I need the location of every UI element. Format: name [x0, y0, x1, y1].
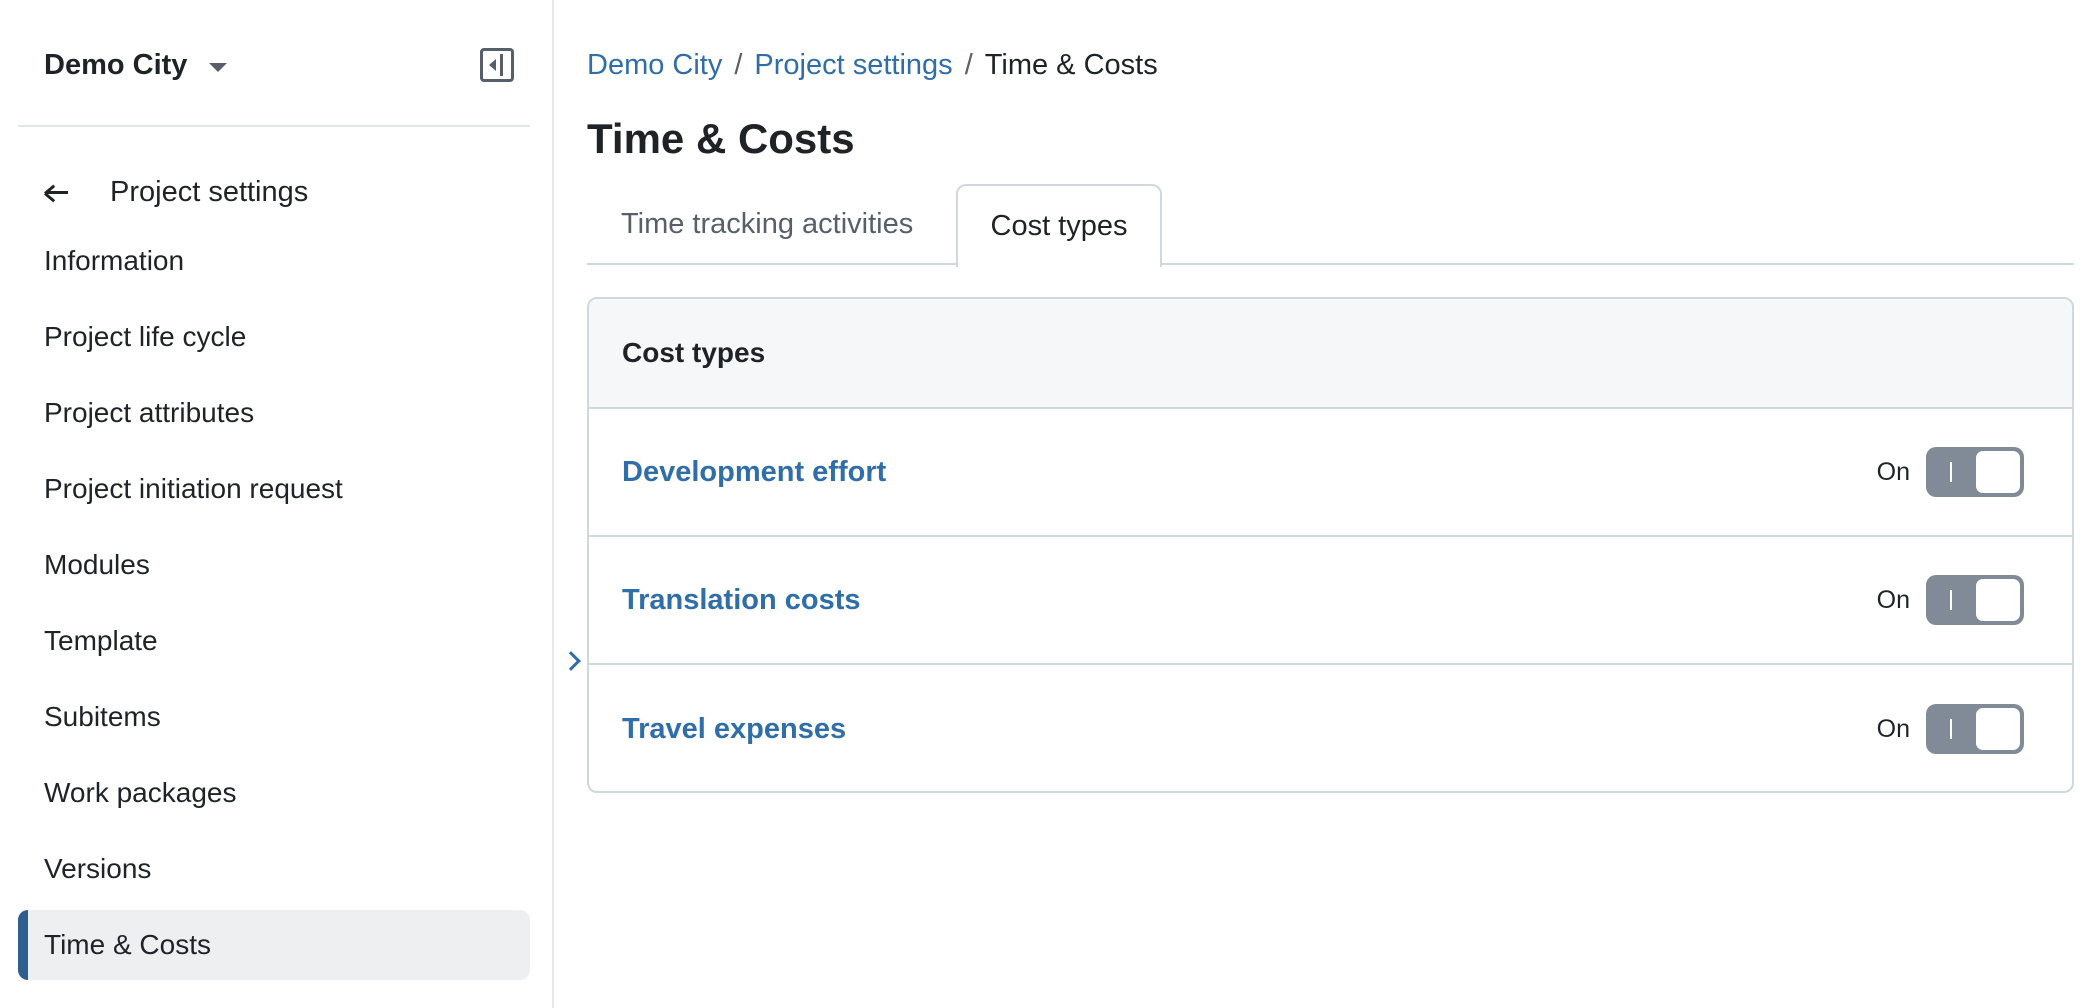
- toggle-status-label: On: [1876, 457, 1910, 486]
- cost-type-link[interactable]: Development effort: [622, 456, 886, 489]
- sidebar-item-time-and-costs[interactable]: Time & Costs: [18, 910, 530, 980]
- toggle-status-label: On: [1876, 585, 1910, 614]
- back-to-project-settings[interactable]: Project settings: [44, 170, 308, 214]
- tab-cost-types[interactable]: Cost types: [956, 184, 1162, 267]
- panel-heading: Cost types: [589, 299, 2072, 409]
- list-item: Development effort On: [589, 409, 2072, 537]
- sidebar-item-subitems[interactable]: Subitems: [18, 682, 530, 752]
- list-item: Translation costs On: [589, 537, 2072, 665]
- breadcrumb-project[interactable]: Demo City: [587, 49, 722, 82]
- sidebar: Demo City Project settings Information P…: [0, 0, 554, 1008]
- cost-type-link[interactable]: Translation costs: [622, 584, 861, 617]
- breadcrumb-project-settings[interactable]: Project settings: [754, 49, 952, 82]
- toggle-switch[interactable]: [1926, 704, 2024, 754]
- toggle-status-label: On: [1876, 714, 1910, 743]
- sidebar-item-information[interactable]: Information: [18, 226, 530, 296]
- sidebar-divider: [18, 125, 530, 127]
- page-title: Time & Costs: [587, 115, 855, 162]
- list-item: Travel expenses On: [589, 665, 2072, 791]
- toggle-switch[interactable]: [1926, 447, 2024, 497]
- project-selector[interactable]: Demo City: [44, 44, 514, 86]
- sidebar-item-project-life-cycle[interactable]: Project life cycle: [18, 302, 530, 372]
- back-label[interactable]: Project settings: [110, 176, 308, 209]
- breadcrumb: Demo City / Project settings / Time & Co…: [587, 44, 1158, 86]
- tab-bar: Time tracking activities Cost types: [587, 184, 2074, 267]
- cost-types-panel: Cost types Development effort On Transla…: [587, 297, 2074, 793]
- sidebar-item-modules[interactable]: Modules: [18, 530, 530, 600]
- sidebar-item-project-initiation-request[interactable]: Project initiation request: [18, 454, 530, 524]
- cost-type-link[interactable]: Travel expenses: [622, 713, 846, 746]
- settings-menu: Information Project life cycle Project a…: [18, 226, 530, 986]
- sidebar-item-template[interactable]: Template: [18, 606, 530, 676]
- chevron-right-icon[interactable]: [561, 651, 581, 671]
- toggle-switch[interactable]: [1926, 575, 2024, 625]
- project-name[interactable]: Demo City: [44, 49, 187, 82]
- arrow-left-icon[interactable]: [44, 182, 68, 203]
- sidebar-item-versions[interactable]: Versions: [18, 834, 530, 904]
- sidebar-item-work-packages[interactable]: Work packages: [18, 758, 530, 828]
- tab-time-tracking-activities[interactable]: Time tracking activities: [621, 184, 913, 265]
- sidebar-collapse-icon[interactable]: [480, 48, 514, 82]
- breadcrumb-separator: /: [964, 48, 973, 81]
- chevron-down-icon[interactable]: [209, 62, 228, 72]
- sidebar-item-project-attributes[interactable]: Project attributes: [18, 378, 530, 448]
- breadcrumb-current: Time & Costs: [984, 48, 1158, 81]
- breadcrumb-separator: /: [734, 48, 743, 81]
